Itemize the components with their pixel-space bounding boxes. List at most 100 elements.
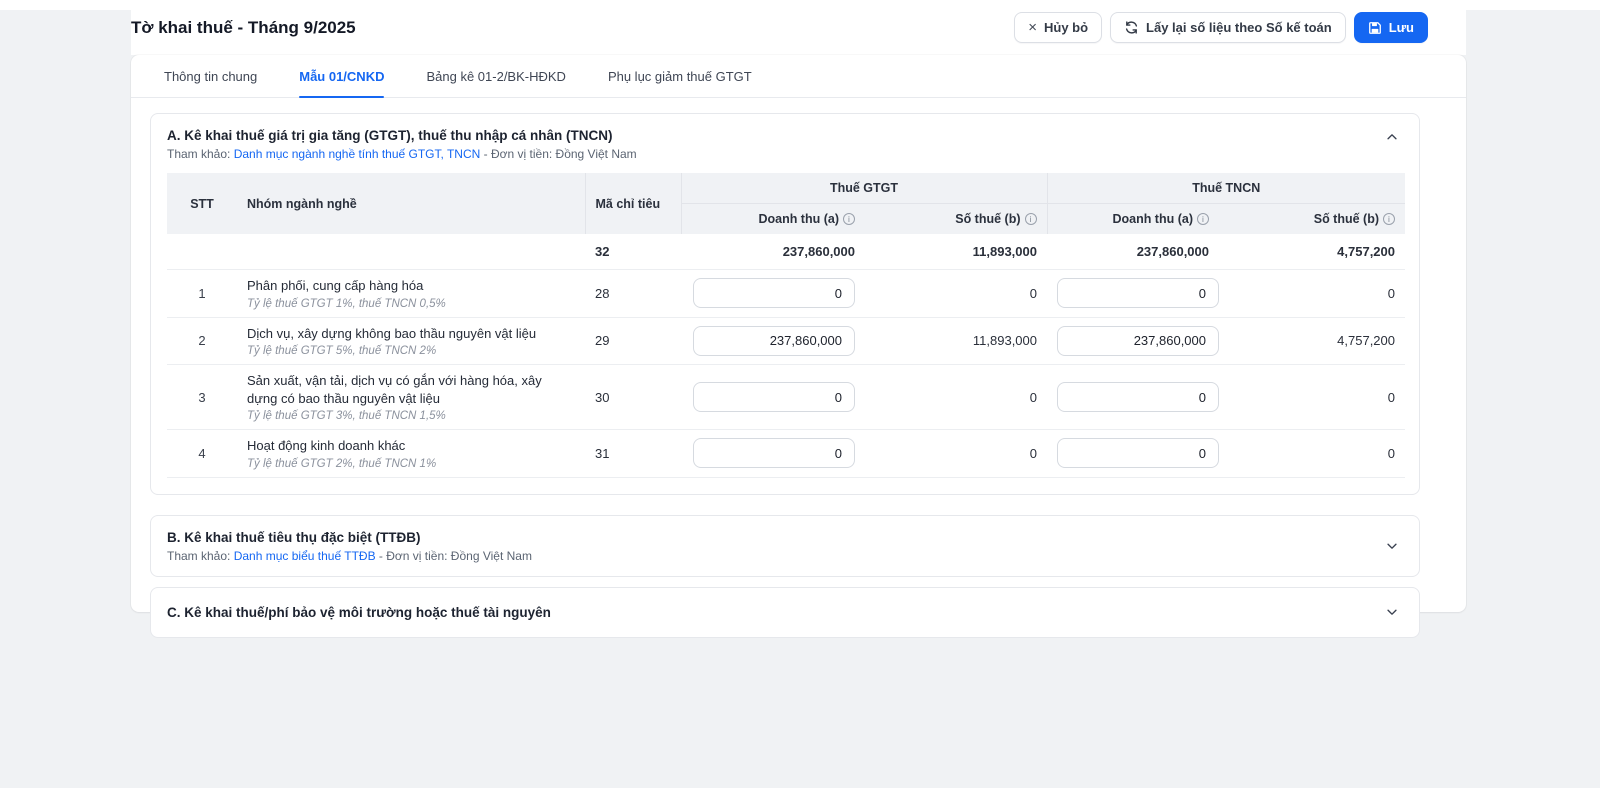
save-button[interactable]: Lưu (1354, 12, 1428, 43)
gtgt-revenue-input[interactable] (693, 382, 855, 412)
gtgt-tax-value: 0 (865, 270, 1047, 318)
col-header-tncn-so-thue: Số thuế (b) i (1219, 204, 1405, 235)
section-a-title: A. Kê khai thuế giá trị gia tăng (GTGT),… (167, 128, 1371, 143)
page-header: Tờ khai thuế - Tháng 9/2025 × Hủy bỏ Lấy… (131, 0, 1466, 55)
row-code: 28 (585, 270, 681, 318)
row-rate-note: Tỷ lệ thuế GTGT 2%, thuế TNCN 1% (247, 458, 575, 470)
reference-link[interactable]: Danh mục biểu thuế TTĐB (234, 549, 376, 563)
tncn-revenue-input[interactable] (1057, 438, 1219, 468)
col-header-label: Số thuế (b) (1314, 212, 1379, 226)
col-header-tncn-doanh-thu: Doanh thu (a) i (1047, 204, 1219, 235)
main-column: Tờ khai thuế - Tháng 9/2025 × Hủy bỏ Lấy… (131, 0, 1466, 612)
tncn-revenue-input[interactable] (1057, 278, 1219, 308)
reference-link[interactable]: Danh mục ngành nghề tính thuế GTGT, TNCN (234, 147, 481, 161)
section-a-card: A. Kê khai thuế giá trị gia tăng (GTGT),… (150, 113, 1420, 495)
cancel-button-label: Hủy bỏ (1044, 20, 1088, 35)
reference-suffix: - Đơn vị tiền: Đồng Việt Nam (379, 549, 532, 563)
tab-thong-tin-chung[interactable]: Thông tin chung (164, 55, 257, 97)
col-header-gtgt-so-thue: Số thuế (b) i (865, 204, 1047, 235)
col-header-gtgt-doanh-thu: Doanh thu (a) i (681, 204, 865, 235)
row-stt: 1 (167, 270, 237, 318)
table-row: 2 Dịch vụ, xây dựng không bao thầu nguyê… (167, 317, 1405, 365)
header-actions: × Hủy bỏ Lấy lại số liệu theo Số kế toán… (1014, 12, 1428, 43)
row-name: Dịch vụ, xây dựng không bao thầu nguyên … (247, 325, 575, 343)
totals-tncn-tax: 4,757,200 (1219, 234, 1405, 270)
tab-label: Mẫu 01/CNKD (299, 69, 384, 84)
collapse-section-a-button[interactable] (1383, 128, 1401, 146)
row-name: Sản xuất, vận tải, dịch vụ có gắn với hà… (247, 372, 575, 407)
tncn-tax-value: 4,757,200 (1219, 317, 1405, 365)
col-header-stt: STT (167, 173, 237, 234)
totals-tncn-revenue: 237,860,000 (1047, 234, 1219, 270)
row-code: 31 (585, 430, 681, 478)
cancel-button[interactable]: × Hủy bỏ (1014, 12, 1102, 43)
tncn-revenue-input[interactable] (1057, 326, 1219, 356)
row-name: Phân phối, cung cấp hàng hóa (247, 277, 575, 295)
chevron-down-icon (1385, 539, 1399, 553)
table-row: 4 Hoạt động kinh doanh khác Tỷ lệ thuế G… (167, 430, 1405, 478)
row-rate-note: Tỷ lệ thuế GTGT 3%, thuế TNCN 1,5% (247, 410, 575, 422)
row-stt: 2 (167, 317, 237, 365)
reload-button-label: Lấy lại số liệu theo Số kế toán (1146, 20, 1332, 35)
section-b-header: B. Kê khai thuế tiêu thụ đặc biệt (TTĐB)… (151, 516, 1419, 576)
reload-accounting-data-button[interactable]: Lấy lại số liệu theo Số kế toán (1110, 12, 1346, 43)
gtgt-revenue-input[interactable] (693, 278, 855, 308)
reference-suffix: - Đơn vị tiền: Đồng Việt Nam (484, 147, 637, 161)
section-c-card: C. Kê khai thuế/phí bảo vệ môi trường ho… (150, 587, 1420, 638)
col-header-nhom-nganh-nghe: Nhóm ngành nghề (237, 173, 585, 234)
gtgt-tax-value: 0 (865, 365, 1047, 430)
tncn-revenue-input[interactable] (1057, 382, 1219, 412)
row-rate-note: Tỷ lệ thuế GTGT 5%, thuế TNCN 2% (247, 345, 575, 357)
section-b-card: B. Kê khai thuế tiêu thụ đặc biệt (TTĐB)… (150, 515, 1420, 577)
section-c-title: C. Kê khai thuế/phí bảo vệ môi trường ho… (167, 605, 1371, 620)
tab-bang-ke-01-2[interactable]: Bảng kê 01-2/BK-HĐKD (426, 55, 565, 97)
group-header-thue-tncn: Thuế TNCN (1047, 173, 1405, 204)
declaration-panel: Thông tin chung Mẫu 01/CNKD Bảng kê 01-2… (131, 55, 1466, 612)
col-header-ma-chi-tieu: Mã chỉ tiêu (585, 173, 681, 234)
col-header-label: Doanh thu (a) (758, 212, 839, 226)
tab-label: Phụ lục giảm thuế GTGT (608, 69, 752, 84)
section-c-header: C. Kê khai thuế/phí bảo vệ môi trường ho… (151, 588, 1419, 637)
totals-code: 32 (585, 234, 681, 270)
page-title: Tờ khai thuế - Tháng 9/2025 (131, 18, 356, 38)
tncn-tax-value: 0 (1219, 270, 1405, 318)
tncn-tax-value: 0 (1219, 365, 1405, 430)
section-a-header: A. Kê khai thuế giá trị gia tăng (GTGT),… (151, 114, 1419, 171)
table-row: 3 Sản xuất, vận tải, dịch vụ có gắn với … (167, 365, 1405, 430)
save-icon (1368, 21, 1382, 35)
section-b-reference: Tham khảo: Danh mục biểu thuế TTĐB - Đơn… (167, 549, 1371, 563)
tax-table: STT Nhóm ngành nghề Mã chỉ tiêu Thuế GTG… (167, 173, 1405, 478)
row-stt: 3 (167, 365, 237, 430)
gtgt-revenue-input[interactable] (693, 438, 855, 468)
expand-section-b-button[interactable] (1383, 537, 1401, 555)
col-header-label: Số thuế (b) (955, 212, 1020, 226)
chevron-up-icon (1385, 130, 1399, 144)
totals-row: 32 237,860,000 11,893,000 237,860,000 4,… (167, 234, 1405, 270)
info-icon[interactable]: i (1025, 213, 1037, 225)
tab-label: Thông tin chung (164, 69, 257, 84)
save-button-label: Lưu (1389, 20, 1414, 35)
chevron-down-icon (1385, 605, 1399, 619)
info-icon[interactable]: i (1383, 213, 1395, 225)
info-icon[interactable]: i (843, 213, 855, 225)
gtgt-revenue-input[interactable] (693, 326, 855, 356)
reference-prefix: Tham khảo: (167, 147, 230, 161)
tab-mau-01-cnkd[interactable]: Mẫu 01/CNKD (299, 55, 384, 97)
tab-bar: Thông tin chung Mẫu 01/CNKD Bảng kê 01-2… (131, 55, 1466, 98)
gtgt-tax-value: 11,893,000 (865, 317, 1047, 365)
expand-section-c-button[interactable] (1383, 603, 1401, 621)
row-name: Hoạt động kinh doanh khác (247, 437, 575, 455)
reference-prefix: Tham khảo: (167, 549, 230, 563)
sync-icon (1124, 20, 1139, 35)
tab-content: A. Kê khai thuế giá trị gia tăng (GTGT),… (131, 98, 1466, 656)
table-row: 1 Phân phối, cung cấp hàng hóa Tỷ lệ thu… (167, 270, 1405, 318)
section-b-title: B. Kê khai thuế tiêu thụ đặc biệt (TTĐB) (167, 530, 1371, 545)
tncn-tax-value: 0 (1219, 430, 1405, 478)
col-header-label: Doanh thu (a) (1112, 212, 1193, 226)
row-code: 30 (585, 365, 681, 430)
info-icon[interactable]: i (1197, 213, 1209, 225)
row-rate-note: Tỷ lệ thuế GTGT 1%, thuế TNCN 0,5% (247, 298, 575, 310)
tab-phu-luc-giam-thue[interactable]: Phụ lục giảm thuế GTGT (608, 55, 752, 97)
group-header-thue-gtgt: Thuế GTGT (681, 173, 1047, 204)
totals-gtgt-revenue: 237,860,000 (681, 234, 865, 270)
